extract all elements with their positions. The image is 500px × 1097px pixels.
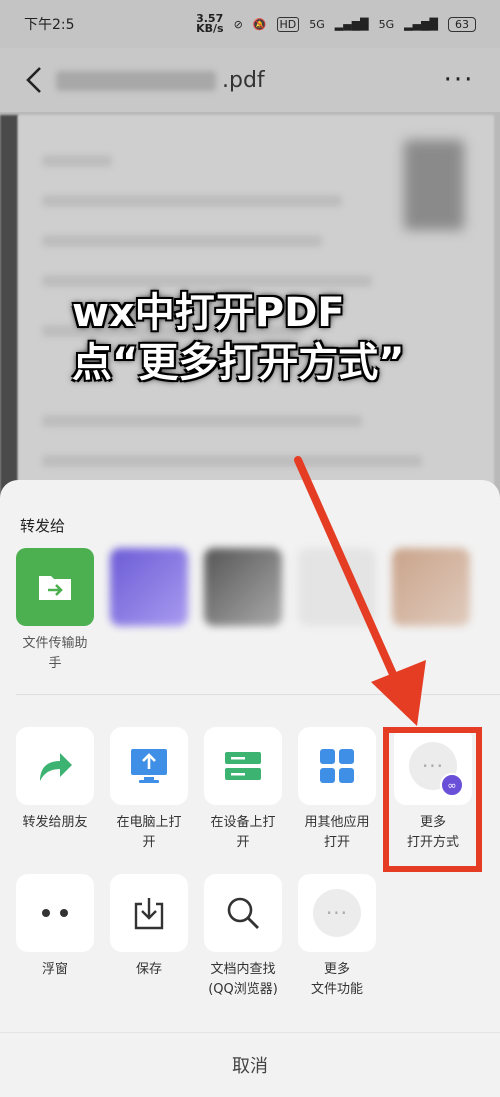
annotation-arrow [294,456,426,726]
annotation-highlight-box [383,727,482,872]
